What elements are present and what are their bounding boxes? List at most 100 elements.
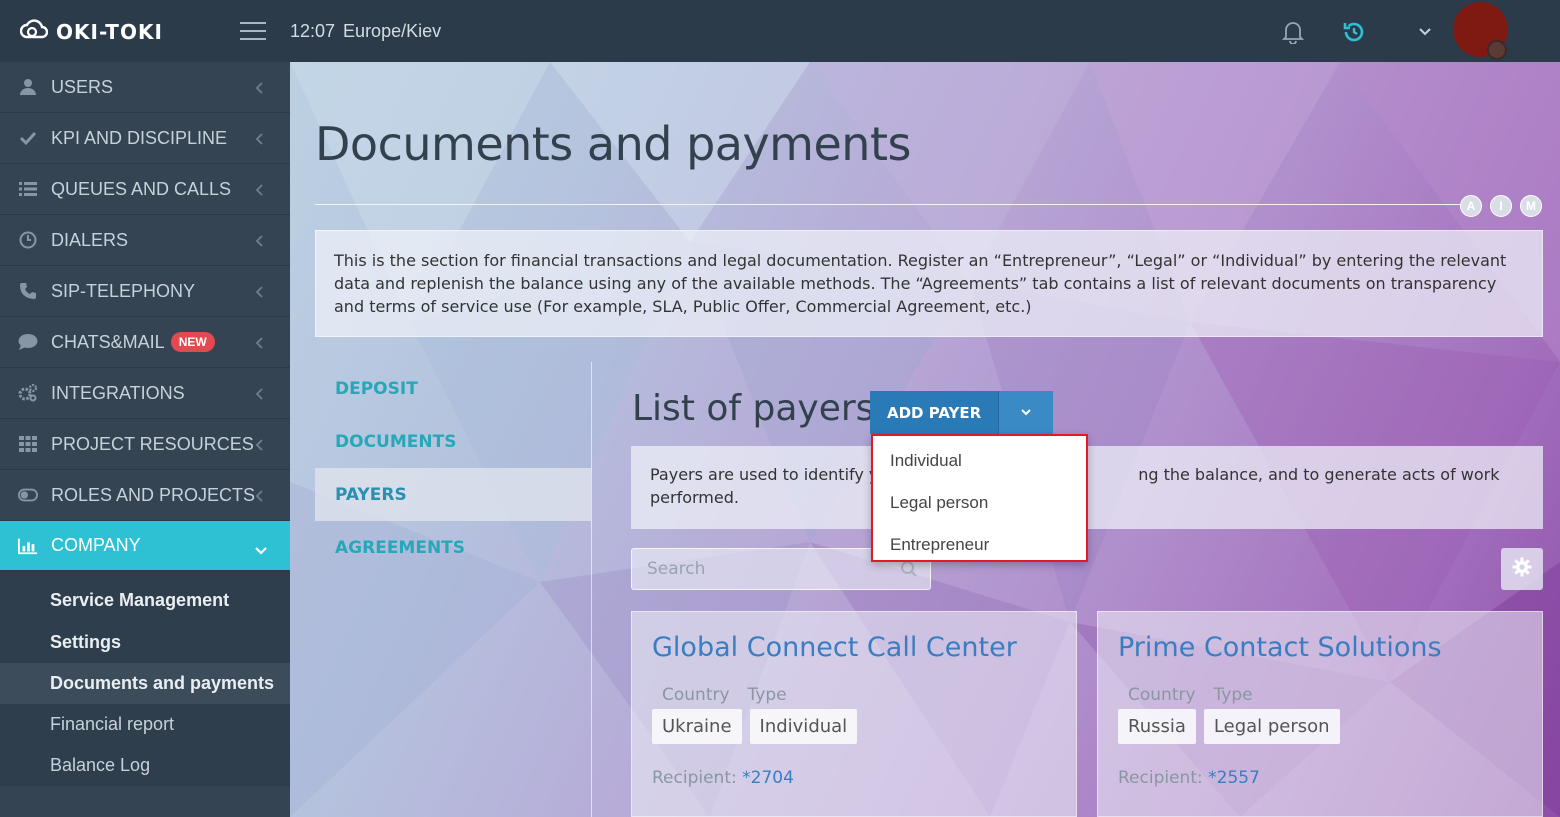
submenu-documents-payments[interactable]: Documents and payments	[0, 663, 290, 704]
sidebar-item-label: PROJECT RESOURCES	[51, 433, 254, 454]
submenu-settings[interactable]: Settings	[0, 621, 290, 663]
menu-toggle-icon[interactable]	[240, 22, 266, 40]
aim-m-button[interactable]: M	[1520, 195, 1542, 217]
aim-buttons: A I M	[1460, 195, 1542, 217]
type-label: Type	[1213, 685, 1253, 705]
check-icon	[18, 128, 38, 148]
settings-button[interactable]	[1501, 548, 1543, 590]
sidebar-item-kpi[interactable]: KPI AND DISCIPLINE	[0, 113, 290, 164]
payers-info-part1: Payers are used to identify yo	[650, 465, 889, 484]
sidebar-item-label: DIALERS	[51, 229, 129, 250]
payer-type: Legal person	[1203, 709, 1340, 744]
payer-name[interactable]: Prime Contact Solutions	[1118, 632, 1522, 663]
tab-agreements[interactable]: AGREEMENTS	[315, 521, 591, 574]
sidebar-item-sip-telephony[interactable]: SIP-TELEPHONY	[0, 266, 290, 317]
add-payer-button-group: ADD PAYER	[870, 391, 1054, 434]
chevron-left-icon	[254, 334, 264, 355]
sidebar-item-integrations[interactable]: INTEGRATIONS	[0, 368, 290, 419]
chat-icon	[18, 332, 38, 352]
sidebar-item-label: ROLES AND PROJECTS	[51, 484, 256, 505]
clock: 12:07 Europe/Kiev	[290, 21, 441, 42]
sidebar-item-label: KPI AND DISCIPLINE	[51, 127, 228, 148]
add-payer-dropdown-toggle[interactable]	[998, 391, 1054, 434]
aim-i-button[interactable]: I	[1490, 195, 1512, 217]
chevron-down-icon[interactable]	[1418, 24, 1432, 43]
country-label: Country	[662, 685, 730, 705]
chevron-down-icon	[1020, 404, 1032, 422]
payer-recipient: Recipient: *2704	[652, 768, 1056, 788]
page-title: Documents and payments	[315, 117, 911, 171]
recipient-label: Recipient:	[652, 768, 737, 788]
section-tabs: DEPOSIT DOCUMENTS PAYERS AGREEMENTS	[315, 362, 591, 574]
country-label: Country	[1128, 685, 1196, 705]
tab-payers[interactable]: PAYERS	[315, 468, 591, 521]
logo[interactable]: OKI-TOKI	[19, 18, 163, 45]
sidebar-item-users[interactable]: USERS	[0, 62, 290, 113]
chevron-left-icon	[254, 283, 264, 304]
cogs-icon	[18, 383, 38, 403]
sidebar-item-label: SIP-TELEPHONY	[51, 280, 196, 301]
sidebar-item-dialers[interactable]: DIALERS	[0, 215, 290, 266]
phone-icon	[18, 281, 38, 301]
sidebar-item-roles-projects[interactable]: ROLES AND PROJECTS	[0, 470, 290, 521]
recipient-label: Recipient:	[1118, 768, 1203, 788]
sidebar-item-label: USERS	[51, 76, 114, 97]
payer-name[interactable]: Global Connect Call Center	[652, 632, 1056, 663]
add-payer-button[interactable]: ADD PAYER	[870, 391, 999, 434]
payers-info-line2: performed.	[650, 488, 739, 507]
payer-labels: Country Type	[652, 685, 1056, 705]
tabs-divider	[591, 362, 592, 817]
payer-card[interactable]: Prime Contact Solutions Country Type Rus…	[1097, 611, 1543, 817]
payers-title: List of payers	[632, 388, 875, 429]
chevron-left-icon	[254, 385, 264, 406]
avatar-status-indicator	[1487, 40, 1507, 60]
recipient-number[interactable]: *2704	[742, 768, 794, 788]
chevron-left-icon	[254, 181, 264, 202]
search-placeholder: Search	[647, 559, 706, 579]
bar-chart-icon	[18, 536, 38, 556]
payers-info-part2: ng the balance, and to generate acts of …	[1138, 465, 1500, 484]
payer-card[interactable]: Global Connect Call Center Country Type …	[631, 611, 1077, 817]
toggle-icon	[18, 485, 38, 505]
dropdown-option-entrepreneur[interactable]: Entrepreneur	[873, 524, 1086, 566]
main-content: Documents and payments A I M This is the…	[290, 62, 1560, 817]
payer-type: Individual	[749, 709, 858, 744]
chevron-left-icon	[254, 436, 264, 457]
chevron-left-icon	[254, 130, 264, 151]
list-icon	[18, 179, 38, 199]
payer-values: Russia Legal person	[1118, 709, 1522, 744]
clock-timezone: Europe/Kiev	[343, 21, 442, 41]
title-divider	[315, 204, 1475, 205]
history-icon[interactable]	[1342, 20, 1366, 49]
sidebar-item-company[interactable]: COMPANY	[0, 521, 290, 571]
recipient-number[interactable]: *2557	[1208, 768, 1260, 788]
payer-country: Ukraine	[652, 709, 742, 744]
sidebar: USERS KPI AND DISCIPLINE QUEUES AND CALL…	[0, 62, 290, 817]
chevron-down-icon	[254, 540, 268, 561]
submenu-service-management[interactable]: Service Management	[0, 579, 290, 621]
chevron-left-icon	[254, 232, 264, 253]
payer-labels: Country Type	[1118, 685, 1522, 705]
tab-documents[interactable]: DOCUMENTS	[315, 415, 591, 468]
user-icon	[18, 77, 38, 97]
sidebar-item-label: INTEGRATIONS	[51, 382, 185, 403]
new-badge: NEW	[170, 332, 215, 352]
dropdown-option-legal-person[interactable]: Legal person	[873, 482, 1086, 524]
aim-a-button[interactable]: A	[1460, 195, 1482, 217]
chevron-left-icon	[254, 79, 264, 100]
payer-country: Russia	[1118, 709, 1196, 744]
type-label: Type	[747, 685, 787, 705]
dropdown-option-individual[interactable]: Individual	[873, 440, 1086, 482]
payer-values: Ukraine Individual	[652, 709, 1056, 744]
sidebar-item-chats-mail[interactable]: CHATS&MAIL NEW	[0, 317, 290, 368]
sidebar-item-project-resources[interactable]: PROJECT RESOURCES	[0, 419, 290, 470]
bell-icon[interactable]	[1281, 20, 1305, 49]
tab-deposit[interactable]: DEPOSIT	[315, 362, 591, 415]
add-payer-dropdown-menu: Individual Legal person Entrepreneur	[871, 434, 1088, 562]
sidebar-item-queues[interactable]: QUEUES AND CALLS	[0, 164, 290, 215]
grid-icon	[18, 434, 38, 454]
submenu-balance-log[interactable]: Balance Log	[0, 745, 290, 786]
clock-icon	[18, 230, 38, 250]
clock-time: 12:07	[290, 21, 336, 41]
submenu-financial-report[interactable]: Financial report	[0, 704, 290, 745]
